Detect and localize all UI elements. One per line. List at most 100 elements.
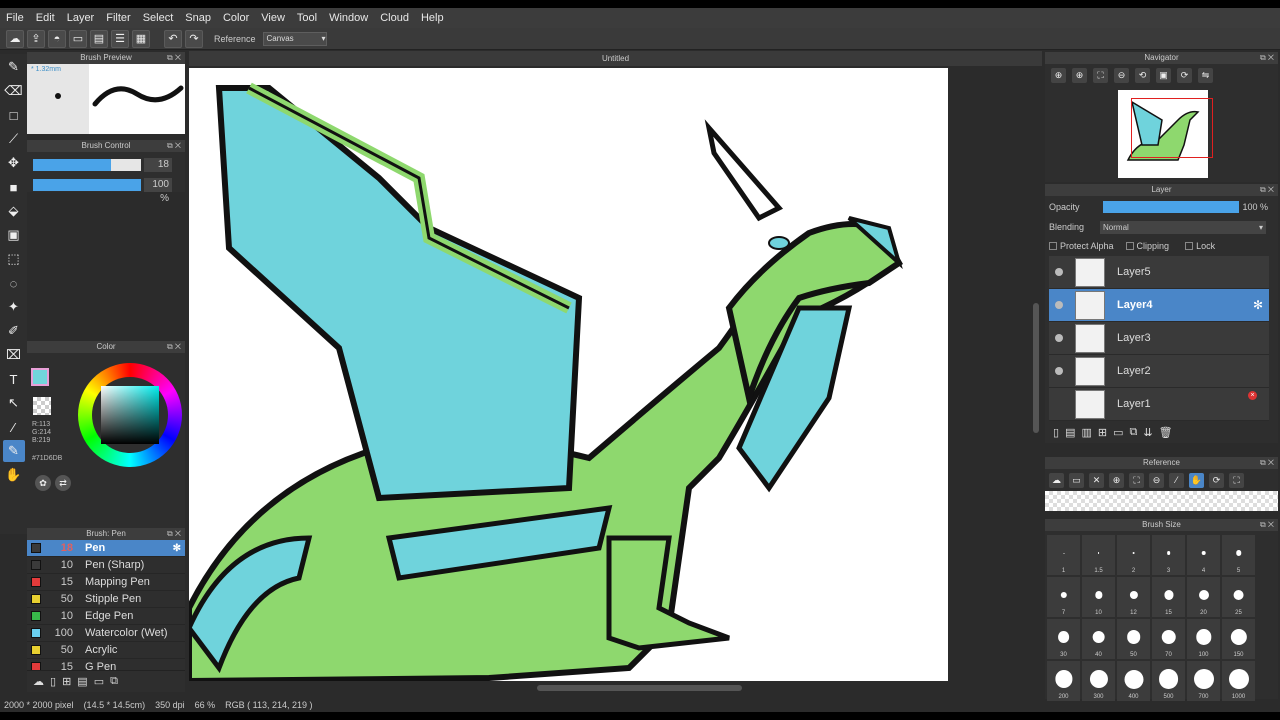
menu-color[interactable]: Color bbox=[217, 12, 255, 24]
zoom-in-2-icon[interactable]: ⊕ bbox=[1072, 67, 1087, 83]
new-layer-2-icon[interactable]: ▤ bbox=[1065, 426, 1075, 439]
eyedropper-tool-icon[interactable]: ⁄ bbox=[3, 416, 25, 438]
brush-item[interactable]: 100 Watercolor (Wet) bbox=[27, 625, 185, 642]
panel-close-icon[interactable]: ⧉ ✕ bbox=[1260, 52, 1274, 64]
eraser-tool-icon[interactable]: ⌫ bbox=[3, 80, 25, 102]
panel-close-icon[interactable]: ⧉ ✕ bbox=[1260, 184, 1274, 196]
menu-edit[interactable]: Edit bbox=[30, 12, 61, 24]
reference-select[interactable]: Canvas ▾ bbox=[262, 31, 327, 46]
hand-icon[interactable]: ✋ bbox=[1189, 472, 1204, 488]
copy-icon[interactable]: ⧉ bbox=[110, 675, 118, 688]
brush-size-value[interactable]: 18 bbox=[144, 158, 172, 172]
add-layer-icon[interactable]: ⊞ bbox=[1098, 426, 1107, 439]
brush-item[interactable]: 50 Acrylic bbox=[27, 642, 185, 659]
redo-icon[interactable]: ↷ bbox=[185, 29, 203, 48]
panel-close-icon[interactable]: ⧉ ✕ bbox=[167, 52, 181, 64]
brush-size-cell[interactable]: 25 bbox=[1222, 577, 1255, 617]
brush-size-cell[interactable]: 3 bbox=[1152, 535, 1185, 575]
menu-layer[interactable]: Layer bbox=[61, 12, 101, 24]
speech-bubble-icon[interactable]: ◓ bbox=[48, 29, 66, 48]
visibility-eye-icon[interactable] bbox=[1055, 400, 1063, 408]
list-icon[interactable]: ☰ bbox=[111, 29, 129, 48]
select-rect-tool-icon[interactable]: ⬚ bbox=[3, 248, 25, 270]
menu-window[interactable]: Window bbox=[323, 12, 374, 24]
brush-opacity-slider[interactable] bbox=[33, 179, 141, 191]
brush-size-cell[interactable]: 4 bbox=[1187, 535, 1220, 575]
menu-cloud[interactable]: Cloud bbox=[374, 12, 415, 24]
export-icon[interactable]: ⇪ bbox=[27, 29, 45, 48]
menu-select[interactable]: Select bbox=[137, 12, 180, 24]
fit-icon[interactable]: ⛶ bbox=[1093, 67, 1108, 83]
page-icon[interactable]: ▤ bbox=[90, 29, 108, 48]
visibility-eye-icon[interactable] bbox=[1055, 301, 1063, 309]
blending-select[interactable]: Normal ▾ bbox=[1100, 220, 1267, 234]
reference-image-area[interactable] bbox=[1045, 491, 1278, 511]
fit-icon[interactable]: ⛶ bbox=[1129, 472, 1144, 488]
text-tool-icon[interactable]: T bbox=[3, 368, 25, 390]
brush-size-cell[interactable]: 1.5 bbox=[1082, 535, 1115, 575]
lasso-tool-icon[interactable]: ◌ bbox=[3, 272, 25, 294]
brush-tool-icon[interactable]: ⟋ bbox=[3, 128, 25, 150]
panel-close-icon[interactable]: ⧉ ✕ bbox=[1260, 519, 1274, 531]
brush-size-cell[interactable]: 400 bbox=[1117, 661, 1150, 701]
folder-icon[interactable]: ▭ bbox=[94, 675, 104, 688]
brush-size-cell[interactable]: 300 bbox=[1082, 661, 1115, 701]
palette-icon[interactable]: ✿ bbox=[35, 475, 51, 491]
brush-item[interactable]: 18 Pen ✻ bbox=[27, 540, 185, 557]
transparent-color-swatch[interactable] bbox=[33, 397, 51, 415]
canvas-horizontal-scrollbar[interactable] bbox=[189, 682, 1030, 694]
protect-alpha-checkbox[interactable] bbox=[1049, 242, 1057, 250]
brush-size-cell[interactable]: 10 bbox=[1082, 577, 1115, 617]
gear-icon[interactable]: ✻ bbox=[1253, 298, 1263, 312]
panel-close-icon[interactable]: ⧉ ✕ bbox=[167, 140, 181, 152]
visibility-eye-icon[interactable] bbox=[1055, 334, 1063, 342]
brush-item[interactable]: 10 Edge Pen bbox=[27, 608, 185, 625]
brush-size-cell[interactable]: 1000 bbox=[1222, 661, 1255, 701]
navigator-viewport-rect[interactable] bbox=[1131, 98, 1213, 158]
layer-item[interactable]: Layer5 bbox=[1049, 256, 1269, 289]
color-wheel[interactable] bbox=[78, 363, 182, 467]
select-eraser-tool-icon[interactable]: ⌧ bbox=[3, 344, 25, 366]
brush-size-cell[interactable]: 30 bbox=[1047, 619, 1080, 659]
drawing-canvas[interactable] bbox=[189, 68, 948, 681]
layer-item[interactable]: Layer3 bbox=[1049, 322, 1269, 355]
layer-item[interactable]: Layer2 bbox=[1049, 355, 1269, 388]
folder-icon[interactable]: ▭ bbox=[1113, 426, 1123, 439]
brush-size-cell[interactable]: 50 bbox=[1117, 619, 1150, 659]
checklist-icon[interactable]: ▦ bbox=[132, 29, 150, 48]
visibility-eye-icon[interactable] bbox=[1055, 367, 1063, 375]
delete-layer-icon[interactable]: 🗑 bbox=[1159, 426, 1173, 439]
zoom-out-icon[interactable]: ⊖ bbox=[1114, 67, 1129, 83]
cloud-icon[interactable]: ☁ bbox=[6, 29, 24, 48]
magic-wand-tool-icon[interactable]: ✦ bbox=[3, 296, 25, 318]
operation-tool-icon[interactable]: ↖ bbox=[3, 392, 25, 414]
brush-size-cell[interactable]: 7 bbox=[1047, 577, 1080, 617]
close-icon[interactable]: ✕ bbox=[1089, 472, 1104, 488]
gear-icon[interactable]: ✻ bbox=[173, 543, 181, 554]
move-tool-icon[interactable]: ✥ bbox=[3, 152, 25, 174]
eyedropper-icon[interactable]: ⁄ bbox=[1169, 472, 1184, 488]
merge-layer-icon[interactable]: ⇊ bbox=[1143, 426, 1152, 439]
open-folder-icon[interactable]: ▭ bbox=[1069, 472, 1084, 488]
clipping-checkbox[interactable] bbox=[1125, 242, 1134, 250]
panel-close-icon[interactable]: ⧉ ✕ bbox=[167, 528, 181, 540]
zoom-out-icon[interactable]: ⊖ bbox=[1149, 472, 1164, 488]
brush-item[interactable]: 50 Stipple Pen bbox=[27, 591, 185, 608]
cloud-icon[interactable]: ☁ bbox=[1049, 472, 1064, 488]
brush-size-cell[interactable]: 1 bbox=[1047, 535, 1080, 575]
lock-checkbox[interactable] bbox=[1185, 242, 1194, 250]
bucket-tool-icon[interactable]: ⬙ bbox=[3, 200, 25, 222]
comment-icon[interactable]: ▭ bbox=[69, 29, 87, 48]
pen-active-tool-icon[interactable]: ✎ bbox=[2, 440, 25, 462]
saturation-square[interactable] bbox=[101, 386, 159, 444]
color-swap-icon[interactable]: ⇄ bbox=[55, 475, 71, 491]
rotate-right-icon[interactable]: ⟳ bbox=[1177, 67, 1192, 83]
brush-size-cell[interactable]: 5 bbox=[1222, 535, 1255, 575]
brush-item[interactable]: 15 Mapping Pen bbox=[27, 574, 185, 591]
menu-view[interactable]: View bbox=[255, 12, 291, 24]
select-pen-tool-icon[interactable]: ✐ bbox=[3, 320, 25, 342]
brush-size-cell[interactable]: 700 bbox=[1187, 661, 1220, 701]
rotate-left-icon[interactable]: ⟲ bbox=[1135, 67, 1150, 83]
duplicate-layer-icon[interactable]: ⧉ bbox=[1130, 426, 1138, 439]
hand-tool-icon[interactable]: ✋ bbox=[3, 464, 25, 486]
